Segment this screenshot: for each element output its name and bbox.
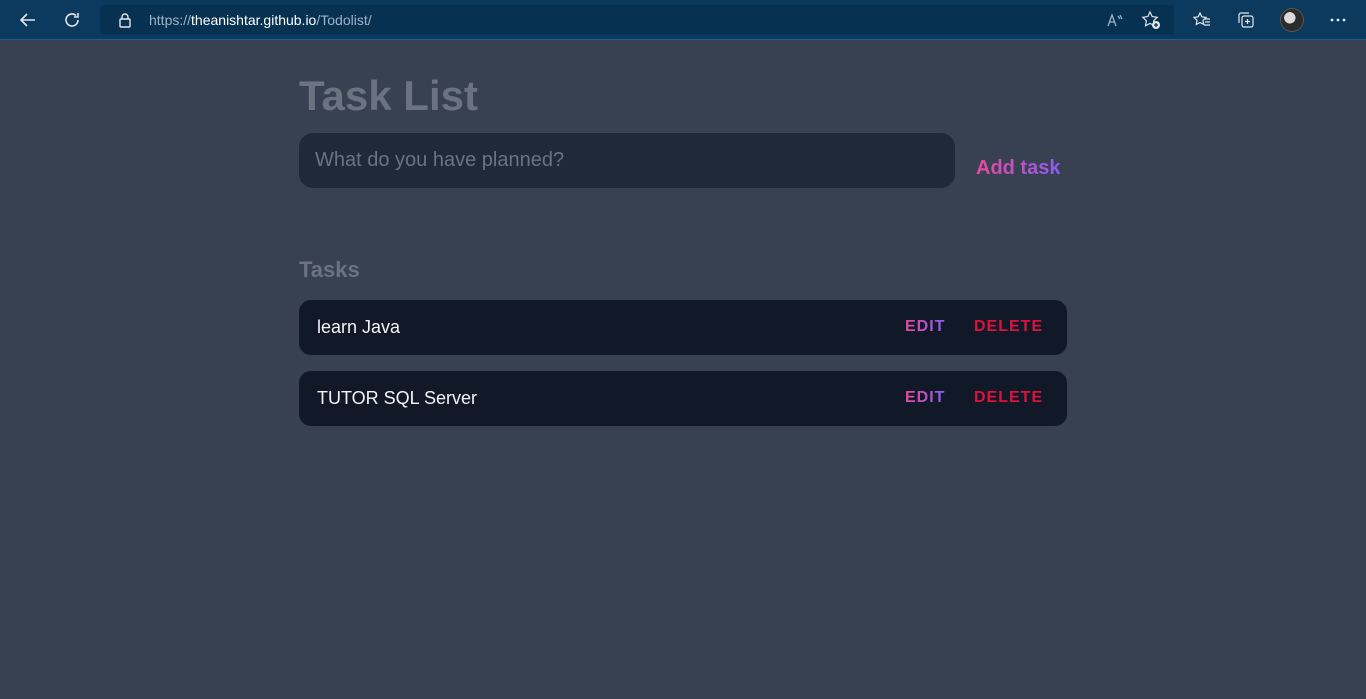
new-task-input[interactable] <box>299 133 955 188</box>
url-text: https://theanishtar.github.io/Todolist/ <box>149 12 372 28</box>
task-item: TUTOR SQL Server EDIT DELETE <box>299 371 1067 426</box>
collections-icon <box>1238 12 1254 28</box>
url-prefix: https:// <box>149 12 192 28</box>
back-icon <box>19 13 35 27</box>
more-button[interactable] <box>1322 4 1354 36</box>
favorites-icon <box>1193 11 1210 26</box>
add-task-button[interactable]: Add task <box>976 157 1060 180</box>
tasks-heading: Tasks <box>299 257 360 282</box>
read-aloud-icon <box>1107 13 1123 27</box>
refresh-icon <box>65 13 79 27</box>
url-path: /Todolist/ <box>316 12 372 28</box>
task-item: learn Java EDIT DELETE <box>299 300 1067 355</box>
lock-icon <box>119 13 131 28</box>
task-text: TUTOR SQL Server <box>317 388 478 408</box>
profile-avatar[interactable] <box>1280 8 1304 32</box>
address-bar[interactable]: https://theanishtar.github.io/Todolist/ <box>100 5 1174 35</box>
favorites-button[interactable] <box>1186 4 1218 36</box>
url-host: theanishtar.github.io <box>191 12 317 28</box>
back-button[interactable] <box>12 4 44 36</box>
add-favorite-button[interactable] <box>1141 10 1161 30</box>
delete-button[interactable]: DELETE <box>974 318 1043 336</box>
task-text: learn Java <box>317 317 401 337</box>
browser-toolbar: https://theanishtar.github.io/Todolist/ <box>0 0 1366 40</box>
refresh-button[interactable] <box>56 4 88 36</box>
delete-button[interactable]: DELETE <box>974 389 1043 407</box>
edit-button[interactable]: EDIT <box>905 318 945 336</box>
collections-button[interactable] <box>1230 4 1262 36</box>
page-title: Task List <box>299 72 478 119</box>
read-aloud-button[interactable] <box>1105 10 1125 30</box>
more-icon <box>1330 18 1346 22</box>
add-favorite-icon <box>1141 10 1160 29</box>
edit-button[interactable]: EDIT <box>905 389 945 407</box>
